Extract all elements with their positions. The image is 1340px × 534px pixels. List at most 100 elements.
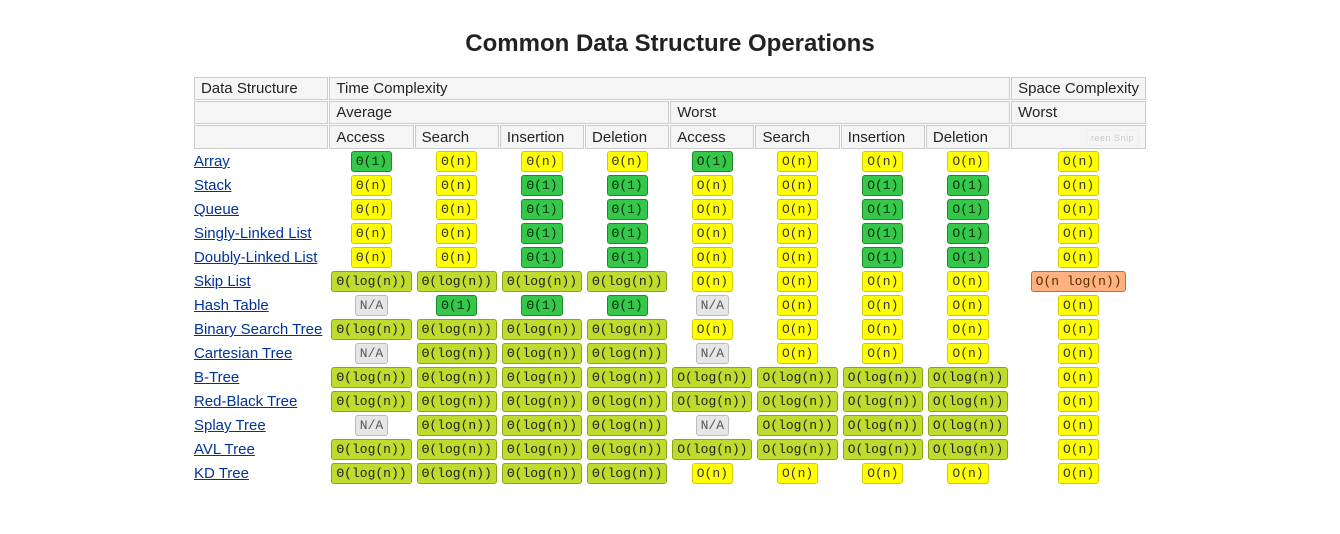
complexity-cell: O(n) <box>1011 414 1146 437</box>
table-row: Hash TableN/AΘ(1)Θ(1)Θ(1)N/AO(n)O(n)O(n)… <box>194 294 1146 317</box>
complexity-pill: O(log(n)) <box>928 367 1008 388</box>
complexity-pill: O(n) <box>692 199 733 220</box>
ds-link[interactable]: B-Tree <box>194 369 239 386</box>
header-space-worst: Worst <box>1011 101 1146 124</box>
complexity-pill: O(1) <box>947 247 988 268</box>
complexity-pill: O(n) <box>1058 247 1099 268</box>
complexity-pill: Θ(log(n)) <box>587 391 667 412</box>
ds-link[interactable]: Hash Table <box>194 297 269 314</box>
complexity-pill: O(n) <box>947 319 988 340</box>
complexity-pill: O(n) <box>1058 151 1099 172</box>
table-row: Cartesian TreeN/AΘ(log(n))Θ(log(n))Θ(log… <box>194 342 1146 365</box>
ds-name-cell: Array <box>194 150 328 173</box>
header-space-complexity: Space Complexity <box>1011 77 1146 100</box>
complexity-pill: O(log(n)) <box>672 391 752 412</box>
complexity-cell: N/A <box>329 342 413 365</box>
complexity-pill: N/A <box>355 343 388 364</box>
ds-link[interactable]: Splay Tree <box>194 417 266 434</box>
complexity-cell: Θ(log(n)) <box>500 390 584 413</box>
complexity-cell: O(n) <box>755 270 839 293</box>
complexity-cell: O(log(n)) <box>841 438 925 461</box>
complexity-pill: O(n) <box>777 295 818 316</box>
complexity-cell: O(log(n)) <box>670 390 754 413</box>
complexity-cell: O(n) <box>755 198 839 221</box>
ds-link[interactable]: KD Tree <box>194 465 249 482</box>
header-avg-access: Access <box>329 125 413 149</box>
complexity-pill: O(n) <box>1058 223 1099 244</box>
complexity-pill: Θ(log(n)) <box>417 391 497 412</box>
complexity-pill: Θ(log(n)) <box>502 463 582 484</box>
complexity-cell: Θ(1) <box>329 150 413 173</box>
header-blank-1 <box>194 101 328 124</box>
complexity-pill: O(1) <box>862 175 903 196</box>
ds-name-cell: Queue <box>194 198 328 221</box>
complexity-pill: Θ(log(n)) <box>417 463 497 484</box>
complexity-cell: Θ(log(n)) <box>329 438 413 461</box>
ds-link[interactable]: Binary Search Tree <box>194 321 322 338</box>
complexity-cell: O(n) <box>1011 462 1146 485</box>
complexity-pill: O(n) <box>862 343 903 364</box>
ds-name-cell: Skip List <box>194 270 328 293</box>
ds-name-cell: AVL Tree <box>194 438 328 461</box>
ds-link[interactable]: Array <box>194 153 230 170</box>
ds-link[interactable]: AVL Tree <box>194 441 255 458</box>
complexity-pill: Θ(log(n)) <box>417 271 497 292</box>
complexity-cell: Θ(1) <box>500 198 584 221</box>
header-avg-search: Search <box>415 125 499 149</box>
complexity-cell: Θ(log(n)) <box>329 270 413 293</box>
complexity-cell: O(n) <box>841 342 925 365</box>
header-worst-access: Access <box>670 125 754 149</box>
complexity-cell: O(1) <box>926 198 1010 221</box>
complexity-pill: O(n) <box>1058 391 1099 412</box>
complexity-pill: O(log(n)) <box>843 439 923 460</box>
ds-link[interactable]: Stack <box>194 177 232 194</box>
complexity-pill: O(log(n)) <box>843 367 923 388</box>
complexity-pill: Θ(log(n)) <box>587 439 667 460</box>
ds-link[interactable]: Doubly-Linked List <box>194 249 317 266</box>
complexity-cell: O(n) <box>1011 174 1146 197</box>
complexity-cell: O(log(n)) <box>755 414 839 437</box>
complexity-cell: Θ(n) <box>415 174 499 197</box>
complexity-pill: O(log(n)) <box>757 415 837 436</box>
ds-link[interactable]: Red-Black Tree <box>194 393 297 410</box>
complexity-pill: O(n) <box>692 175 733 196</box>
complexity-pill: O(n) <box>692 223 733 244</box>
complexity-pill: Θ(log(n)) <box>417 415 497 436</box>
ds-name-cell: KD Tree <box>194 462 328 485</box>
header-worst-deletion: Deletion <box>926 125 1010 149</box>
complexity-cell: O(n) <box>841 270 925 293</box>
complexity-cell: Θ(log(n)) <box>329 462 413 485</box>
complexity-pill: Θ(n) <box>436 247 477 268</box>
complexity-cell: O(n) <box>1011 150 1146 173</box>
complexity-cell: O(n) <box>926 150 1010 173</box>
complexity-pill: Θ(1) <box>521 295 562 316</box>
table-row: AVL TreeΘ(log(n))Θ(log(n))Θ(log(n))Θ(log… <box>194 438 1146 461</box>
ds-link[interactable]: Cartesian Tree <box>194 345 292 362</box>
complexity-cell: N/A <box>670 414 754 437</box>
complexity-pill: O(log(n)) <box>928 439 1008 460</box>
ds-link[interactable]: Skip List <box>194 273 251 290</box>
complexity-pill: O(1) <box>862 247 903 268</box>
complexity-cell: Θ(log(n)) <box>415 414 499 437</box>
header-worst: Worst <box>670 101 1010 124</box>
complexity-pill: N/A <box>696 343 729 364</box>
complexity-cell: O(log(n)) <box>841 390 925 413</box>
complexity-cell: O(n) <box>755 318 839 341</box>
complexity-pill: Θ(1) <box>607 223 648 244</box>
ds-link[interactable]: Queue <box>194 201 239 218</box>
complexity-pill: O(n) <box>1058 343 1099 364</box>
complexity-pill: O(n) <box>1058 463 1099 484</box>
complexity-pill: O(n) <box>862 151 903 172</box>
complexity-cell: O(1) <box>926 222 1010 245</box>
complexity-pill: Θ(log(n)) <box>587 271 667 292</box>
complexity-cell: Θ(log(n)) <box>585 270 669 293</box>
complexity-pill: O(n) <box>777 223 818 244</box>
complexity-cell: O(log(n)) <box>755 366 839 389</box>
complexity-pill: O(1) <box>692 151 733 172</box>
header-space-worst-blank: reen Snip <box>1011 125 1146 149</box>
ds-link[interactable]: Singly-Linked List <box>194 225 312 242</box>
complexity-pill: O(n) <box>947 295 988 316</box>
complexity-cell: Θ(n) <box>329 246 413 269</box>
table-row: B-TreeΘ(log(n))Θ(log(n))Θ(log(n))Θ(log(n… <box>194 366 1146 389</box>
complexity-cell: Θ(log(n)) <box>500 438 584 461</box>
